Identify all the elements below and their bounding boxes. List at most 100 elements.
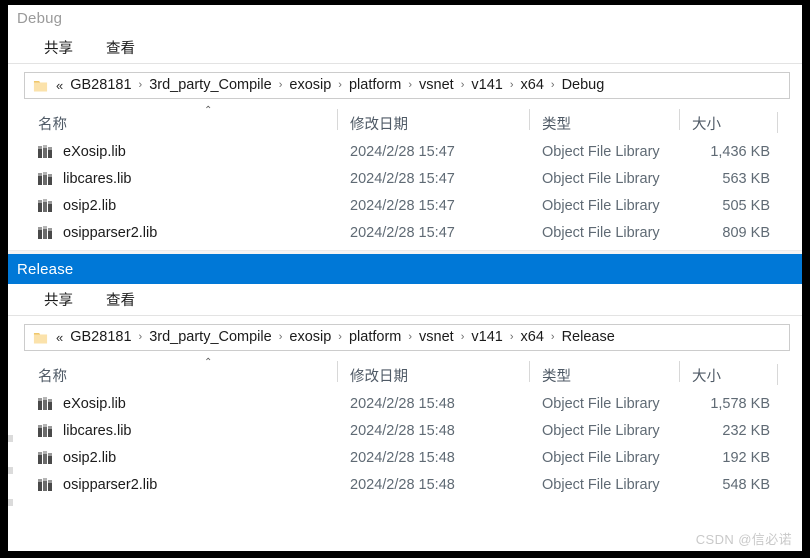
library-file-icon	[38, 423, 52, 437]
tab-share-release[interactable]: 共享	[36, 289, 81, 315]
breadcrumb-item-0[interactable]: GB28181	[70, 78, 131, 93]
breadcrumb-item-1[interactable]: 3rd_party_Compile	[149, 330, 272, 345]
chevron-right-icon-0[interactable]: ›	[139, 80, 143, 91]
breadcrumb-item-7[interactable]: Release	[562, 330, 615, 345]
library-file-icon	[38, 396, 52, 410]
breadcrumb-item-6[interactable]: x64	[521, 78, 544, 93]
background-window-edge	[8, 435, 17, 545]
file-type: Object File Library	[542, 143, 660, 160]
file-type: Object File Library	[542, 197, 660, 214]
chevron-right-icon-6[interactable]: ›	[551, 332, 555, 343]
file-name: libcares.lib	[63, 170, 132, 187]
library-file-icon	[38, 225, 52, 239]
ribbon-tabs-debug: 共享 查看	[8, 32, 802, 64]
breadcrumb-item-2[interactable]: exosip	[289, 330, 331, 345]
table-row[interactable]: libcares.lib 2024/2/28 15:48 Object File…	[8, 417, 802, 444]
table-row[interactable]: osipparser2.lib 2024/2/28 15:48 Object F…	[8, 471, 802, 498]
table-row[interactable]: osipparser2.lib 2024/2/28 15:47 Object F…	[8, 219, 802, 246]
breadcrumb-item-7[interactable]: Debug	[562, 78, 605, 93]
breadcrumb-item-5[interactable]: v141	[471, 78, 502, 93]
file-type: Object File Library	[542, 449, 660, 466]
screenshot-root: Debug 共享 查看 « GB28181 › 3rd_party_Compil…	[0, 0, 810, 558]
table-row[interactable]: osip2.lib 2024/2/28 15:48 Object File Li…	[8, 444, 802, 471]
library-file-icon	[38, 198, 52, 212]
file-date: 2024/2/28 15:48	[350, 395, 455, 412]
chevron-right-icon-6[interactable]: ›	[551, 80, 555, 91]
file-name-cell: osip2.lib	[38, 450, 350, 466]
chevron-right-icon-3[interactable]: ›	[408, 80, 412, 91]
tab-view-release[interactable]: 查看	[98, 289, 143, 315]
file-name-cell: eXosip.lib	[38, 144, 350, 160]
table-row[interactable]: libcares.lib 2024/2/28 15:47 Object File…	[8, 165, 802, 192]
chevron-right-icon-4[interactable]: ›	[461, 332, 465, 343]
chevron-right-icon-0[interactable]: ›	[139, 332, 143, 343]
breadcrumb-item-6[interactable]: x64	[521, 330, 544, 345]
column-headers-debug: ⌃ 名称 修改日期 类型 大小	[8, 106, 802, 138]
file-size: 563 KB	[722, 170, 770, 187]
file-date: 2024/2/28 15:48	[350, 449, 455, 466]
library-file-icon	[38, 477, 52, 491]
table-row[interactable]: eXosip.lib 2024/2/28 15:47 Object File L…	[8, 138, 802, 165]
column-header-name[interactable]: 名称	[38, 113, 350, 134]
tab-view-debug[interactable]: 查看	[98, 37, 143, 63]
file-type: Object File Library	[542, 395, 660, 412]
file-name-cell: osipparser2.lib	[38, 477, 350, 493]
column-header-date[interactable]: 修改日期	[337, 108, 542, 134]
tab-share-debug[interactable]: 共享	[36, 37, 81, 63]
chevron-right-icon-3[interactable]: ›	[408, 332, 412, 343]
address-overflow-icon[interactable]: «	[56, 331, 63, 344]
breadcrumb-item-5[interactable]: v141	[471, 330, 502, 345]
breadcrumb-item-4[interactable]: vsnet	[419, 78, 454, 93]
file-name-cell: osip2.lib	[38, 198, 350, 214]
explorer-window-stack: Debug 共享 查看 « GB28181 › 3rd_party_Compil…	[8, 5, 802, 551]
chevron-right-icon-4[interactable]: ›	[461, 80, 465, 91]
address-bar-wrap-release: « GB28181 › 3rd_party_Compile › exosip ›…	[8, 316, 802, 360]
chevron-right-icon-5[interactable]: ›	[510, 80, 514, 91]
ribbon-tabs-release: 共享 查看	[8, 284, 802, 316]
file-type: Object File Library	[542, 224, 660, 241]
column-divider-trailing	[777, 112, 778, 133]
library-file-icon	[38, 171, 52, 185]
file-name: osip2.lib	[63, 449, 117, 466]
file-name-cell: libcares.lib	[38, 423, 350, 439]
column-header-date[interactable]: 修改日期	[337, 360, 542, 386]
titlebar-release[interactable]: Release	[8, 254, 802, 284]
column-header-size[interactable]: 大小	[679, 360, 770, 386]
chevron-right-icon-2[interactable]: ›	[338, 332, 342, 343]
chevron-right-icon-1[interactable]: ›	[279, 80, 283, 91]
address-bar-debug[interactable]: « GB28181 › 3rd_party_Compile › exosip ›…	[24, 72, 790, 99]
address-bar-release[interactable]: « GB28181 › 3rd_party_Compile › exosip ›…	[24, 324, 790, 351]
column-header-type[interactable]: 类型	[529, 108, 692, 134]
breadcrumb-item-3[interactable]: platform	[349, 78, 401, 93]
chevron-right-icon-5[interactable]: ›	[510, 332, 514, 343]
titlebar-debug[interactable]: Debug	[8, 5, 802, 32]
library-file-icon	[38, 144, 52, 158]
breadcrumb-item-4[interactable]: vsnet	[419, 330, 454, 345]
column-header-size[interactable]: 大小	[679, 108, 770, 134]
table-row[interactable]: eXosip.lib 2024/2/28 15:48 Object File L…	[8, 390, 802, 417]
window-title-debug: Debug	[17, 10, 63, 27]
folder-icon	[33, 80, 48, 91]
breadcrumb-item-2[interactable]: exosip	[289, 78, 331, 93]
background-window-marker	[8, 435, 13, 442]
file-name: osipparser2.lib	[63, 476, 158, 493]
column-header-name[interactable]: 名称	[38, 365, 350, 386]
file-type: Object File Library	[542, 170, 660, 187]
file-name: eXosip.lib	[63, 395, 126, 412]
breadcrumb-item-1[interactable]: 3rd_party_Compile	[149, 78, 272, 93]
chevron-right-icon-2[interactable]: ›	[338, 80, 342, 91]
file-name-cell: libcares.lib	[38, 171, 350, 187]
csdn-watermark: CSDN @信必诺	[695, 532, 792, 547]
breadcrumb-item-3[interactable]: platform	[349, 330, 401, 345]
file-size: 809 KB	[722, 224, 770, 241]
file-size: 548 KB	[722, 476, 770, 493]
address-overflow-icon[interactable]: «	[56, 79, 63, 92]
file-name: osip2.lib	[63, 197, 117, 214]
column-header-type[interactable]: 类型	[529, 360, 692, 386]
address-bar-wrap-debug: « GB28181 › 3rd_party_Compile › exosip ›…	[8, 64, 802, 108]
table-row[interactable]: osip2.lib 2024/2/28 15:47 Object File Li…	[8, 192, 802, 219]
file-size: 505 KB	[722, 197, 770, 214]
breadcrumb-item-0[interactable]: GB28181	[70, 330, 131, 345]
file-date: 2024/2/28 15:48	[350, 422, 455, 439]
chevron-right-icon-1[interactable]: ›	[279, 332, 283, 343]
